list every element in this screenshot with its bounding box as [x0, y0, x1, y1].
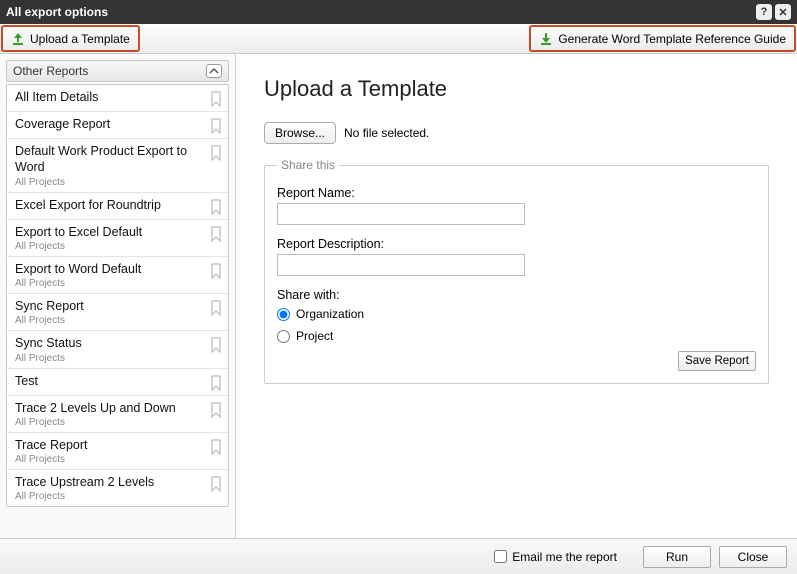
bookmark-icon[interactable]	[210, 375, 222, 391]
report-item-label: Coverage Report	[15, 116, 204, 132]
collapse-button[interactable]	[206, 64, 222, 78]
report-item[interactable]: Trace ReportAll Projects	[7, 432, 228, 469]
report-item-label: Excel Export for Roundtrip	[15, 197, 204, 213]
report-item-sub: All Projects	[15, 177, 204, 188]
email-report-option[interactable]: Email me the report	[494, 550, 617, 564]
report-name-input[interactable]	[277, 203, 525, 225]
bookmark-icon[interactable]	[210, 118, 222, 134]
run-button[interactable]: Run	[643, 546, 711, 568]
report-item-sub: All Projects	[15, 491, 204, 502]
report-item-label: Trace Upstream 2 Levels	[15, 474, 204, 490]
bookmark-icon[interactable]	[210, 226, 222, 242]
main-panel: Upload a Template Browse... No file sele…	[236, 54, 797, 538]
download-icon	[539, 32, 553, 46]
footer: Email me the report Run Close	[0, 538, 797, 574]
close-button[interactable]: Close	[719, 546, 787, 568]
report-description-input[interactable]	[277, 254, 525, 276]
save-report-button[interactable]: Save Report	[678, 351, 756, 371]
report-item[interactable]: Export to Excel DefaultAll Projects	[7, 219, 228, 256]
report-list: All Item Details Coverage Report Default W…	[6, 84, 229, 507]
help-button[interactable]: ?	[756, 4, 772, 20]
report-item-label: Sync Report	[15, 298, 204, 314]
bookmark-icon[interactable]	[210, 199, 222, 215]
email-report-checkbox[interactable]	[494, 550, 507, 563]
report-item[interactable]: Trace 2 Levels Up and DownAll Projects	[7, 395, 228, 432]
bookmark-icon[interactable]	[210, 402, 222, 418]
upload-template-button[interactable]: Upload a Template	[1, 25, 140, 52]
report-item-sub: All Projects	[15, 353, 204, 364]
bookmark-icon[interactable]	[210, 300, 222, 316]
bookmark-icon[interactable]	[210, 91, 222, 107]
share-this-fieldset: Share this Report Name: Report Descripti…	[264, 158, 769, 384]
report-item-label: Trace Report	[15, 437, 204, 453]
share-organization-radio[interactable]	[277, 308, 290, 321]
report-item-label: Test	[15, 373, 204, 389]
report-item[interactable]: Export to Word DefaultAll Projects	[7, 256, 228, 293]
report-item[interactable]: Test	[7, 368, 228, 395]
bookmark-icon[interactable]	[210, 439, 222, 455]
report-item-label: Export to Excel Default	[15, 224, 204, 240]
report-item-label: Default Work Product Export to Word	[15, 143, 204, 176]
report-item[interactable]: Excel Export for Roundtrip	[7, 192, 228, 219]
upload-icon	[11, 32, 25, 46]
report-item[interactable]: Default Work Product Export to WordAll P…	[7, 138, 228, 192]
file-status-text: No file selected.	[344, 126, 429, 140]
share-project-radio[interactable]	[277, 330, 290, 343]
share-legend: Share this	[277, 158, 339, 172]
report-name-label: Report Name:	[277, 186, 756, 200]
report-item[interactable]: All Item Details	[7, 85, 228, 111]
report-item-sub: All Projects	[15, 241, 204, 252]
report-item[interactable]: Sync Status All Projects	[7, 330, 228, 367]
email-report-label: Email me the report	[512, 550, 617, 564]
share-project-label: Project	[296, 329, 333, 343]
report-item-label: Export to Word Default	[15, 261, 204, 277]
report-item[interactable]: Coverage Report	[7, 111, 228, 138]
share-with-label: Share with:	[277, 288, 756, 302]
close-dialog-button[interactable]: ✕	[775, 4, 791, 20]
generate-guide-label: Generate Word Template Reference Guide	[558, 32, 786, 46]
report-item[interactable]: Trace Upstream 2 LevelsAll Projects	[7, 469, 228, 506]
generate-guide-button[interactable]: Generate Word Template Reference Guide	[529, 25, 796, 52]
section-title: Other Reports	[13, 64, 206, 78]
report-description-label: Report Description:	[277, 237, 756, 251]
toolbar: Upload a Template Generate Word Template…	[0, 24, 797, 54]
dialog-title: All export options	[6, 5, 753, 19]
upload-template-label: Upload a Template	[30, 32, 130, 46]
chevron-up-icon	[209, 67, 219, 75]
report-item-sub: All Projects	[15, 278, 204, 289]
report-item-sub: All Projects	[15, 315, 204, 326]
report-item[interactable]: Sync ReportAll Projects	[7, 293, 228, 330]
page-title: Upload a Template	[264, 76, 769, 102]
report-item-label: Trace 2 Levels Up and Down	[15, 400, 204, 416]
report-item-sub: All Projects	[15, 417, 204, 428]
browse-button[interactable]: Browse...	[264, 122, 336, 144]
bookmark-icon[interactable]	[210, 263, 222, 279]
bookmark-icon[interactable]	[210, 337, 222, 353]
titlebar: All export options ? ✕	[0, 0, 797, 24]
bookmark-icon[interactable]	[210, 145, 222, 161]
report-item-label: All Item Details	[15, 89, 204, 105]
share-organization-label: Organization	[296, 307, 364, 321]
sidebar: Other Reports All Item Details Coverage R…	[0, 54, 236, 538]
report-item-sub: All Projects	[15, 454, 204, 465]
section-header-other-reports[interactable]: Other Reports	[6, 60, 229, 82]
bookmark-icon[interactable]	[210, 476, 222, 492]
report-item-label: Sync Status	[15, 335, 204, 351]
